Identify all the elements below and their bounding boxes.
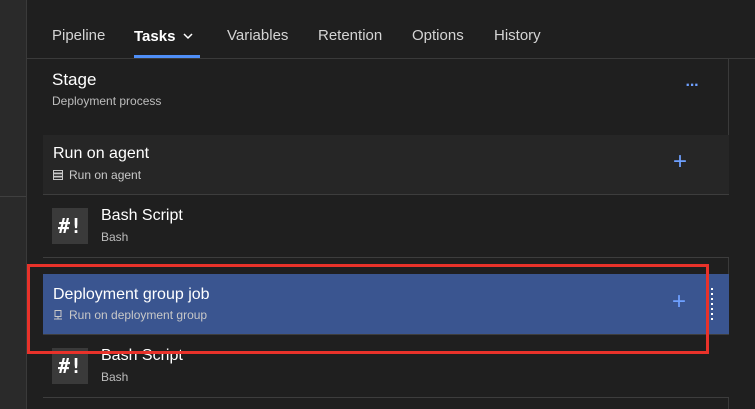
more-options-icon[interactable]: ··· [682, 78, 702, 94]
release-pipeline-editor: Pipeline Tasks Variables Retention Optio… [0, 0, 755, 409]
bash-script-icon: #! [52, 208, 88, 244]
job-title: Deployment group job [53, 286, 210, 303]
tab-pipeline[interactable]: Pipeline [52, 27, 105, 45]
left-panel-divider [0, 196, 26, 197]
drag-handle-icon[interactable] [707, 288, 713, 320]
tab-options[interactable]: Options [412, 27, 464, 45]
add-task-icon[interactable]: + [669, 290, 689, 314]
task-row-bash-script[interactable]: #! Bash Script Bash [43, 195, 729, 258]
active-tab-indicator [134, 55, 200, 58]
stage-title[interactable]: Stage [52, 70, 96, 90]
job-row-deployment-group[interactable]: Deployment group job Run on deployment g… [43, 274, 729, 335]
add-task-icon[interactable]: + [670, 150, 690, 174]
scrollbar[interactable] [728, 59, 755, 409]
deployment-group-icon [53, 309, 63, 320]
tab-tasks[interactable]: Tasks [134, 27, 193, 46]
tab-variables[interactable]: Variables [227, 27, 288, 45]
chevron-down-icon[interactable] [183, 27, 193, 45]
job-subtitle-text: Run on deployment group [69, 308, 208, 322]
server-icon [53, 169, 63, 180]
tab-tasks-label: Tasks [134, 28, 176, 45]
tab-options-label: Options [412, 27, 464, 44]
job-subtitle: Run on deployment group [53, 308, 207, 322]
task-title: Bash Script [101, 347, 183, 364]
left-side-panel [0, 0, 27, 409]
tab-history-label: History [494, 27, 541, 44]
bash-script-icon: #! [52, 348, 88, 384]
tab-pipeline-label: Pipeline [52, 27, 106, 44]
tab-retention[interactable]: Retention [318, 27, 382, 45]
job-row-run-on-agent[interactable]: Run on agent Run on agent + [43, 135, 729, 195]
tab-retention-label: Retention [318, 27, 383, 44]
stage-subtitle: Deployment process [52, 94, 162, 108]
job-subtitle: Run on agent [53, 168, 141, 182]
tab-history[interactable]: History [494, 27, 541, 45]
task-subtitle: Bash [101, 230, 129, 244]
task-row-bash-script[interactable]: #! Bash Script Bash [43, 335, 729, 398]
job-title: Run on agent [53, 145, 150, 162]
job-subtitle-text: Run on agent [69, 168, 142, 182]
task-title: Bash Script [101, 207, 183, 224]
task-subtitle: Bash [101, 370, 129, 384]
tab-variables-label: Variables [227, 27, 289, 44]
